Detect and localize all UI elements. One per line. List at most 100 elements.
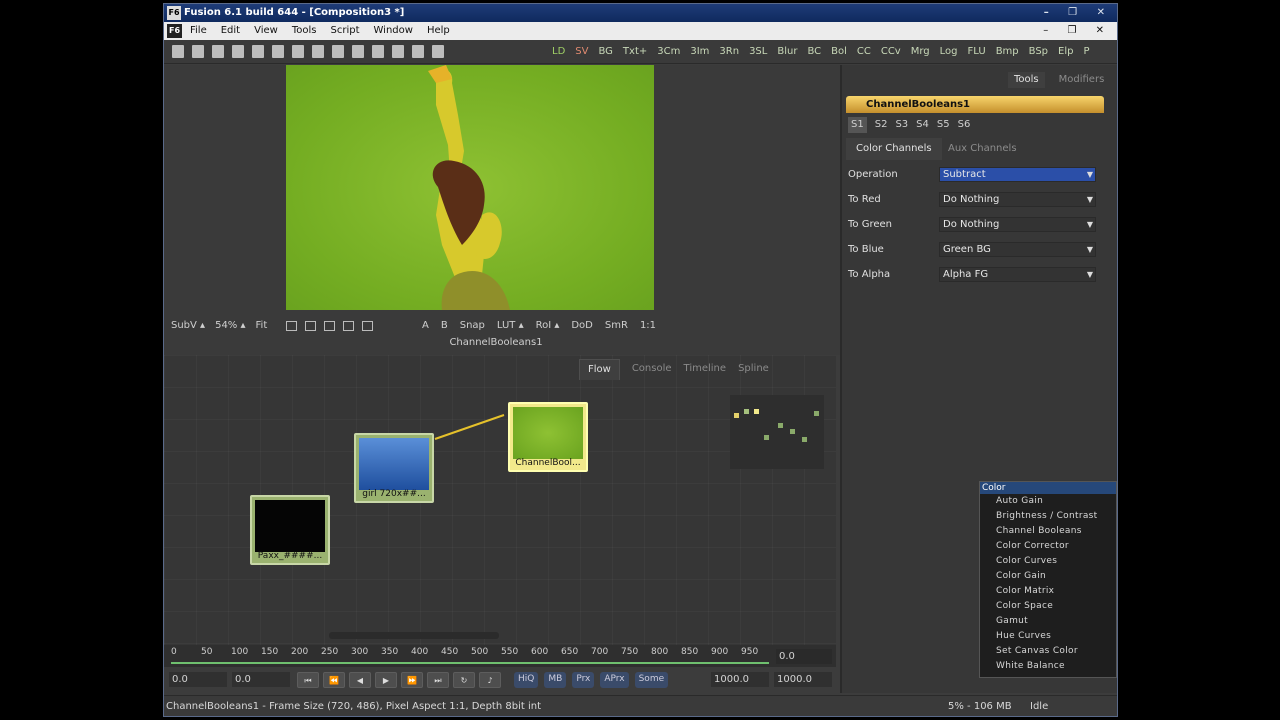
- buffer-b-button[interactable]: B: [441, 316, 448, 336]
- to-green-dropdown[interactable]: Do Nothing ▼: [939, 217, 1096, 232]
- flow-panel[interactable]: Flow Console Timeline Spline girl 720x##…: [164, 355, 836, 645]
- new-icon[interactable]: [172, 45, 184, 58]
- play-icon[interactable]: ▶: [375, 672, 397, 688]
- tool-button[interactable]: CCv: [881, 40, 901, 64]
- menu-help[interactable]: Help: [427, 22, 450, 40]
- tool-button[interactable]: Bol: [831, 40, 847, 64]
- to-alpha-dropdown[interactable]: Alpha FG ▼: [939, 267, 1096, 282]
- tool-button[interactable]: 3SL: [749, 40, 767, 64]
- curve-icon[interactable]: [286, 321, 297, 331]
- snap-button[interactable]: Snap: [460, 316, 485, 336]
- global-start-field[interactable]: 0.0: [169, 672, 227, 687]
- tool-button[interactable]: Bmp: [996, 40, 1019, 64]
- layout-3-icon[interactable]: [392, 45, 404, 58]
- layout-1-icon[interactable]: [352, 45, 364, 58]
- slot-6[interactable]: S6: [958, 117, 971, 133]
- tab-color-channels[interactable]: Color Channels: [846, 138, 942, 160]
- brush-icon[interactable]: [324, 321, 335, 331]
- tab-aux-channels[interactable]: Aux Channels: [948, 138, 1017, 160]
- slot-2[interactable]: S2: [875, 117, 888, 133]
- tool-button[interactable]: Log: [940, 40, 958, 64]
- current-time-field[interactable]: 0.0: [776, 649, 832, 664]
- to-red-dropdown[interactable]: Do Nothing ▼: [939, 192, 1096, 207]
- open-icon[interactable]: [192, 45, 204, 58]
- save-icon[interactable]: [212, 45, 224, 58]
- menu-item[interactable]: Color Gain: [980, 569, 1116, 584]
- flow-navigator[interactable]: [730, 395, 824, 469]
- flow-horizontal-scrollbar[interactable]: [329, 632, 499, 639]
- channel-booleans-node[interactable]: ChannelBool...: [508, 402, 588, 472]
- menu-item[interactable]: Auto Gain: [980, 494, 1116, 509]
- layout-2-icon[interactable]: [372, 45, 384, 58]
- tool-button[interactable]: Txt+: [623, 40, 647, 64]
- tool-button[interactable]: BG: [598, 40, 612, 64]
- window-controls[interactable]: – ❐ ✕: [1044, 4, 1113, 22]
- tool-button[interactable]: 3Rn: [719, 40, 739, 64]
- render-end-field[interactable]: 1000.0: [711, 672, 769, 687]
- tab-tools[interactable]: Tools: [1008, 72, 1045, 88]
- slot-4[interactable]: S4: [916, 117, 929, 133]
- tool-button[interactable]: Elp: [1058, 40, 1073, 64]
- cut-icon[interactable]: [232, 45, 244, 58]
- loader-node-girl[interactable]: girl 720x##...: [354, 433, 434, 503]
- document-window-controls[interactable]: – ❐ ✕: [1043, 22, 1112, 40]
- menu-item[interactable]: White Balance: [980, 659, 1116, 674]
- operation-dropdown[interactable]: Subtract ▼: [939, 167, 1096, 182]
- time-ruler[interactable]: 0 50 100 150 200 250 300 350 400 450 500 550 600 650 7…: [164, 645, 836, 667]
- render-start-field[interactable]: 0.0: [232, 672, 290, 687]
- time-scale[interactable]: 0 50 100 150 200 250 300 350 400 450 500 550 600 650 7…: [171, 647, 769, 665]
- script-icon[interactable]: [432, 45, 444, 58]
- tool-button[interactable]: 3Im: [690, 40, 709, 64]
- copy-icon[interactable]: [252, 45, 264, 58]
- tool-button[interactable]: BSp: [1029, 40, 1048, 64]
- step-forward-icon[interactable]: ⏩: [401, 672, 423, 688]
- loop-icon[interactable]: ↻: [453, 672, 475, 688]
- menu-item[interactable]: Channel Booleans: [980, 524, 1116, 539]
- menu-item[interactable]: Color Matrix: [980, 584, 1116, 599]
- tool-button[interactable]: 3Cm: [657, 40, 680, 64]
- tool-button[interactable]: LD: [552, 40, 565, 64]
- menu-item[interactable]: Color Corrector: [980, 539, 1116, 554]
- prx-button[interactable]: Prx: [572, 672, 595, 688]
- play-reverse-icon[interactable]: ◀: [349, 672, 371, 688]
- tool-button[interactable]: CC: [857, 40, 871, 64]
- go-end-icon[interactable]: ⏭: [427, 672, 449, 688]
- go-start-icon[interactable]: ⏮: [297, 672, 319, 688]
- aprx-button[interactable]: APrx: [600, 672, 629, 688]
- rectangle-icon[interactable]: [343, 321, 354, 331]
- loader-node-paxx[interactable]: Paxx_####...: [250, 495, 330, 565]
- step-back-icon[interactable]: ⏪: [323, 672, 345, 688]
- tool-header[interactable]: ChannelBooleans1: [846, 96, 1104, 113]
- menu-item[interactable]: Set Canvas Color: [980, 644, 1116, 659]
- menu-item[interactable]: Hue Curves: [980, 629, 1116, 644]
- tab-modifiers[interactable]: Modifiers: [1059, 72, 1105, 88]
- dod-button[interactable]: DoD: [571, 316, 593, 336]
- subview-dropdown[interactable]: SubV ▴: [171, 316, 205, 336]
- menu-item[interactable]: Color Space: [980, 599, 1116, 614]
- slot-1[interactable]: S1: [848, 117, 867, 133]
- menu-view[interactable]: View: [254, 22, 278, 40]
- to-blue-dropdown[interactable]: Green BG ▼: [939, 242, 1096, 257]
- hiq-button[interactable]: HiQ: [514, 672, 539, 688]
- smr-button[interactable]: SmR: [605, 316, 628, 336]
- fit-button[interactable]: Fit: [256, 316, 268, 336]
- tool-button[interactable]: SV: [575, 40, 588, 64]
- tool-button[interactable]: BC: [807, 40, 821, 64]
- undo-icon[interactable]: [292, 45, 304, 58]
- paint-icon[interactable]: [305, 321, 316, 331]
- menu-item[interactable]: Brightness / Contrast: [980, 509, 1116, 524]
- layout-4-icon[interactable]: [412, 45, 424, 58]
- tool-button[interactable]: FLU: [968, 40, 986, 64]
- ellipse-icon[interactable]: [362, 321, 373, 331]
- mb-button[interactable]: MB: [544, 672, 567, 688]
- redo-icon[interactable]: [312, 45, 324, 58]
- menu-tools[interactable]: Tools: [292, 22, 317, 40]
- menu-item[interactable]: Color Curves: [980, 554, 1116, 569]
- audio-icon[interactable]: ♪: [479, 672, 501, 688]
- paste-icon[interactable]: [272, 45, 284, 58]
- slot-3[interactable]: S3: [895, 117, 908, 133]
- tool-button[interactable]: Mrg: [911, 40, 930, 64]
- delete-icon[interactable]: [332, 45, 344, 58]
- menu-edit[interactable]: Edit: [221, 22, 240, 40]
- menu-script[interactable]: Script: [330, 22, 359, 40]
